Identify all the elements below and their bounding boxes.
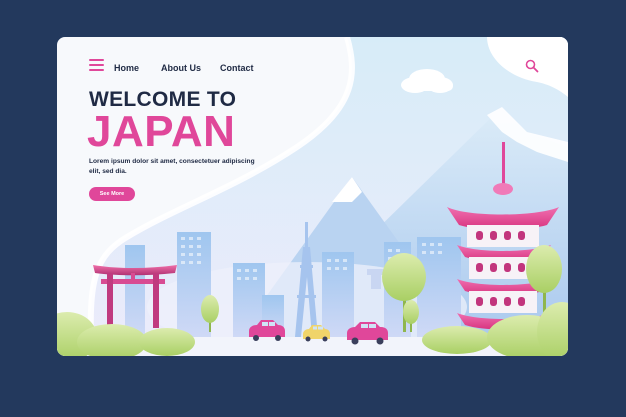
menu-icon[interactable] — [89, 59, 104, 71]
hero-description: Lorem ipsum dolor sit amet, consectetuer… — [89, 158, 255, 175]
see-more-button[interactable]: See More — [89, 187, 135, 201]
nav-contact[interactable]: Contact — [220, 63, 254, 73]
hero-heading-japan: JAPAN — [87, 107, 236, 156]
nav-about-us[interactable]: About Us — [161, 63, 201, 73]
nav-home[interactable]: Home — [114, 63, 139, 73]
search-icon[interactable] — [525, 59, 539, 73]
landing-page-card: Home About Us Contact WELCOME TO JAPAN L… — [57, 37, 568, 356]
